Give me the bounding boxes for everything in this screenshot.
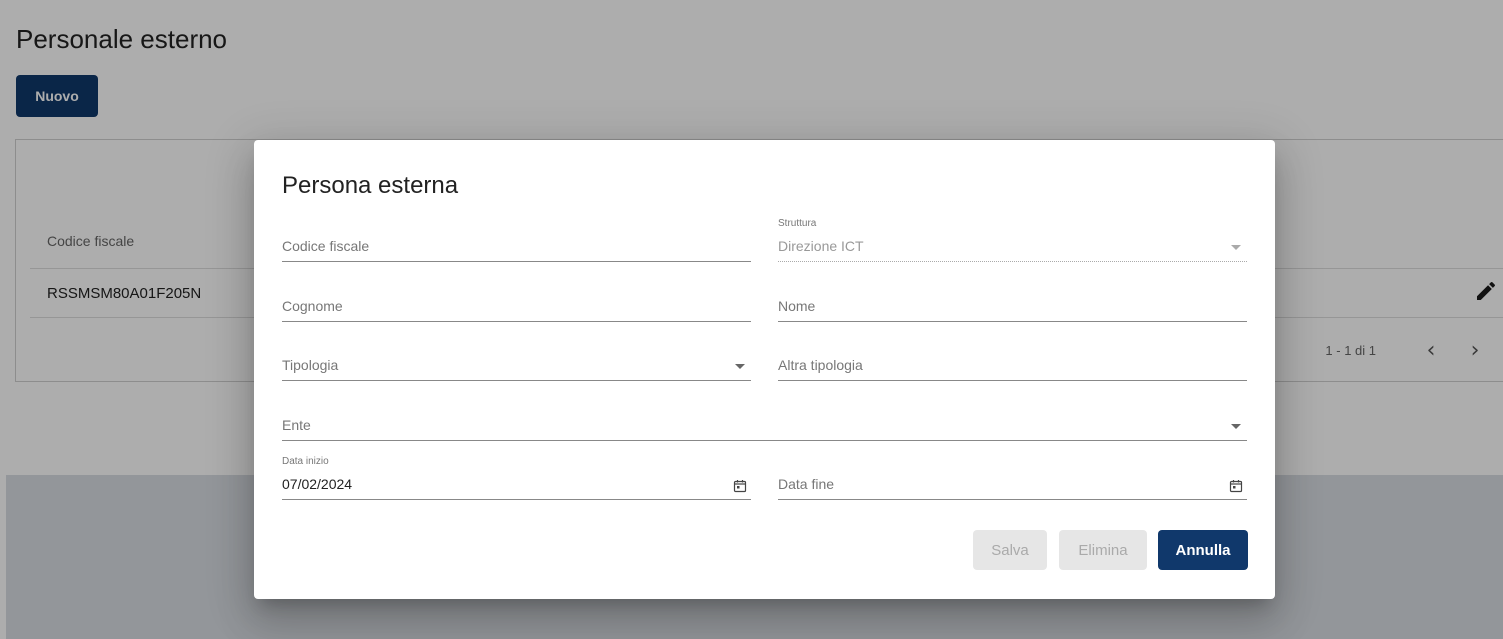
cognome-placeholder: Cognome <box>282 298 343 314</box>
chevron-down-icon <box>1231 424 1241 429</box>
nome-placeholder: Nome <box>778 298 816 314</box>
data-inizio-field[interactable]: Data inizio 07/02/2024 <box>282 456 751 500</box>
data-inizio-label: Data inizio <box>282 456 329 467</box>
altra-tipologia-field[interactable]: Altra tipologia <box>778 337 1247 381</box>
cancel-button[interactable]: Annulla <box>1158 530 1248 570</box>
data-fine-placeholder: Data fine <box>778 476 835 492</box>
data-fine-field[interactable]: Data fine <box>778 456 1247 500</box>
altra-tipologia-placeholder: Altra tipologia <box>778 357 863 373</box>
chevron-down-icon <box>735 364 745 369</box>
nome-field[interactable]: Nome <box>778 278 1247 322</box>
ente-select[interactable]: Ente <box>282 397 1247 441</box>
delete-button[interactable]: Elimina <box>1059 530 1147 570</box>
cognome-field[interactable]: Cognome <box>282 278 751 322</box>
data-inizio-value: 07/02/2024 <box>282 476 353 492</box>
calendar-icon[interactable] <box>733 479 747 493</box>
struttura-select: Struttura Direzione ICT <box>778 218 1247 262</box>
calendar-icon[interactable] <box>1229 479 1243 493</box>
tipologia-placeholder: Tipologia <box>282 357 339 373</box>
dialog-title: Persona esterna <box>282 172 459 199</box>
save-button[interactable]: Salva <box>973 530 1047 570</box>
struttura-label: Struttura <box>778 218 817 229</box>
codice-fiscale-field[interactable]: Codice fiscale <box>282 218 751 262</box>
codice-fiscale-placeholder: Codice fiscale <box>282 238 370 254</box>
tipologia-select[interactable]: Tipologia <box>282 337 751 381</box>
ente-placeholder: Ente <box>282 417 311 433</box>
persona-esterna-dialog: Persona esterna Codice fiscale Struttura… <box>254 140 1275 599</box>
struttura-value: Direzione ICT <box>778 238 864 254</box>
chevron-down-icon <box>1231 245 1241 250</box>
